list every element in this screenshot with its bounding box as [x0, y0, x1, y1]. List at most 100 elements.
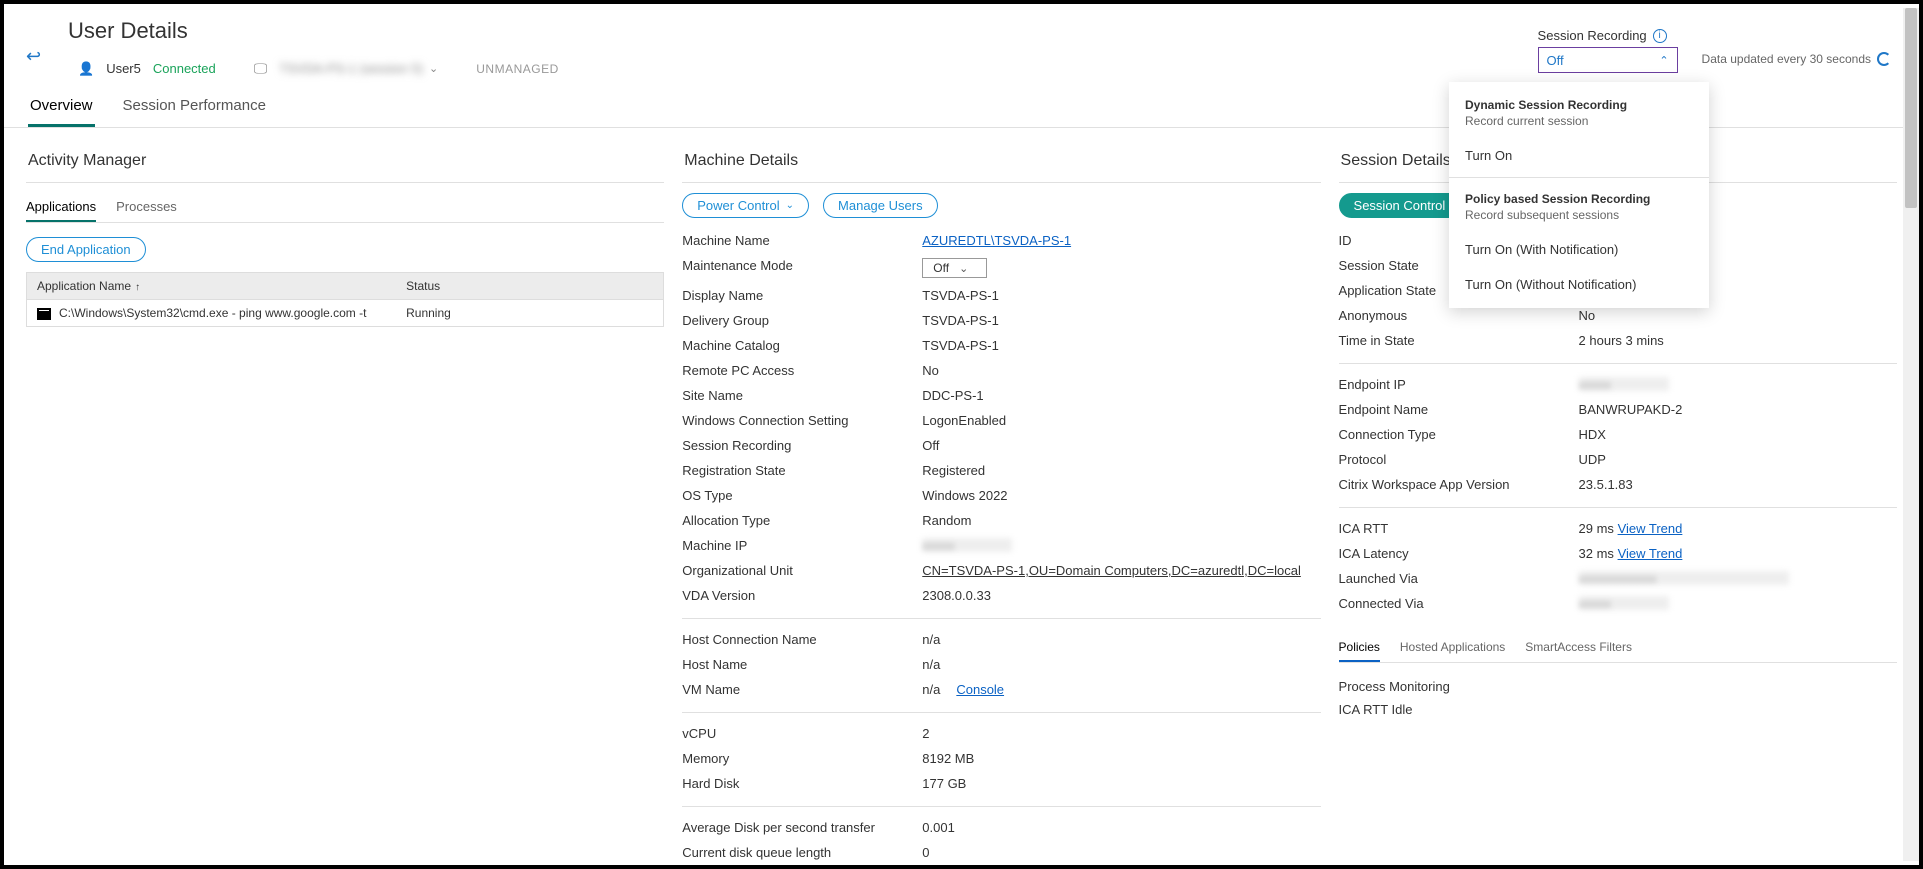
value-text: 29 ms	[1579, 521, 1614, 536]
user-name: User5	[106, 61, 141, 76]
value-text: 2	[922, 726, 929, 741]
menu-divider	[1449, 177, 1709, 178]
key-label: Session Recording	[682, 438, 922, 453]
key-label: VM Name	[682, 682, 922, 697]
session-recording-label: Session Recording	[1538, 28, 1647, 43]
unmanaged-badge: UNMANAGED	[476, 62, 559, 76]
menu-item-turn-on-notif[interactable]: Turn On (With Notification)	[1449, 232, 1709, 267]
key-label: Average Disk per second transfer	[682, 820, 922, 835]
key-label: Remote PC Access	[682, 363, 922, 378]
key-label: Current disk queue length	[682, 845, 922, 860]
key-label: Connection Type	[1339, 427, 1579, 442]
manage-users-button[interactable]: Manage Users	[823, 193, 938, 218]
redacted-value: xxxxxxxxxxxx	[1579, 571, 1789, 585]
kv-row: Windows Connection SettingLogonEnabled	[682, 408, 1320, 433]
kv-row: ProtocolUDP	[1339, 447, 1897, 472]
key-label: Protocol	[1339, 452, 1579, 467]
value-text: Random	[922, 513, 971, 528]
redacted-value: xxxxx	[1579, 596, 1669, 610]
key-label: Machine Catalog	[682, 338, 922, 353]
value-text: 2 hours 3 mins	[1579, 333, 1664, 348]
session-recording-dropdown[interactable]: Off ⌃	[1538, 47, 1678, 73]
kv-row: Machine IPxxxxx	[682, 533, 1320, 558]
value-text: BANWRUPAKD-2	[1579, 402, 1683, 417]
info-icon[interactable]: i	[1653, 29, 1667, 43]
value-text: HDX	[1579, 427, 1606, 442]
machine-title: Machine Details	[682, 146, 1320, 183]
col-status[interactable]: Status	[396, 273, 664, 300]
kv-row: Machine CatalogTSVDA-PS-1	[682, 333, 1320, 358]
kv-row: OS TypeWindows 2022	[682, 483, 1320, 508]
maintenance-mode-select[interactable]: Off	[922, 258, 987, 278]
value-text: 8192 MB	[922, 751, 974, 766]
inner-tab-smartaccess[interactable]: SmartAccess Filters	[1525, 634, 1632, 662]
key-label: Memory	[682, 751, 922, 766]
key-label: OS Type	[682, 488, 922, 503]
menu-section-dynamic-desc: Record current session	[1449, 114, 1709, 138]
value-text: n/a	[922, 657, 940, 672]
kv-row: Citrix Workspace App Version23.5.1.83	[1339, 472, 1897, 497]
key-label: Allocation Type	[682, 513, 922, 528]
tab-session-performance[interactable]: Session Performance	[121, 87, 268, 127]
subtab-processes[interactable]: Processes	[116, 193, 177, 222]
kv-row: VM Namen/aConsole	[682, 677, 1320, 702]
kv-row: Launched Viaxxxxxxxxxxxx	[1339, 566, 1897, 591]
kv-row: Machine NameAZUREDTL\TSVDA-PS-1	[682, 228, 1320, 253]
view-trend-link[interactable]: View Trend	[1618, 521, 1683, 536]
policy-line: Process Monitoring	[1339, 675, 1897, 698]
value-text: No	[1579, 308, 1596, 323]
end-application-button[interactable]: End Application	[26, 237, 146, 262]
power-control-button[interactable]: Power Control⌄	[682, 193, 809, 218]
key-label: Maintenance Mode	[682, 258, 922, 278]
app-name: C:\Windows\System32\cmd.exe - ping www.g…	[59, 306, 366, 320]
subtab-applications[interactable]: Applications	[26, 193, 96, 222]
kv-row: Average Disk per second transfer0.001	[682, 815, 1320, 840]
applications-table: Application Name↑ Status C:\Windows\Syst…	[26, 272, 664, 327]
app-status: Running	[396, 300, 664, 327]
inner-tab-hosted[interactable]: Hosted Applications	[1400, 634, 1505, 662]
col-app-name[interactable]: Application Name↑	[27, 273, 397, 300]
view-trend-link[interactable]: View Trend	[1618, 546, 1683, 561]
key-label: VDA Version	[682, 588, 922, 603]
data-updated-text: Data updated every 30 seconds	[1702, 52, 1871, 66]
kv-row: VDA Version2308.0.0.33	[682, 583, 1320, 608]
session-recording-menu: Dynamic Session Recording Record current…	[1449, 82, 1709, 308]
machine-name-link[interactable]: AZUREDTL\TSVDA-PS-1	[922, 233, 1071, 248]
menu-section-dynamic-title: Dynamic Session Recording	[1449, 88, 1709, 114]
key-label: Host Connection Name	[682, 632, 922, 647]
kv-row: Site NameDDC-PS-1	[682, 383, 1320, 408]
kv-row: Allocation TypeRandom	[682, 508, 1320, 533]
separator	[1339, 507, 1897, 508]
key-label: Organizational Unit	[682, 563, 922, 578]
kv-row: Endpoint NameBANWRUPAKD-2	[1339, 397, 1897, 422]
scrollbar[interactable]	[1903, 8, 1919, 861]
key-label: vCPU	[682, 726, 922, 741]
kv-row: Endpoint IPxxxxx	[1339, 372, 1897, 397]
refresh-icon[interactable]	[1877, 52, 1891, 66]
kv-row: Current disk queue length0	[682, 840, 1320, 865]
chevron-down-icon[interactable]: ⌄	[429, 62, 438, 75]
back-icon[interactable]: ↩	[26, 46, 41, 67]
value-text: TSVDA-PS-1	[922, 313, 999, 328]
separator	[1339, 363, 1897, 364]
console-link[interactable]: Console	[956, 682, 1004, 697]
kv-row: Connected Viaxxxxx	[1339, 591, 1897, 616]
chevron-down-icon: ⌄	[786, 200, 794, 211]
menu-section-policy-desc: Record subsequent sessions	[1449, 208, 1709, 232]
key-label: Launched Via	[1339, 571, 1579, 586]
kv-row: Remote PC AccessNo	[682, 358, 1320, 383]
menu-item-turn-on-no-notif[interactable]: Turn On (Without Notification)	[1449, 267, 1709, 302]
table-row[interactable]: C:\Windows\System32\cmd.exe - ping www.g…	[27, 300, 664, 327]
key-label: Registration State	[682, 463, 922, 478]
value-text: Windows 2022	[922, 488, 1007, 503]
menu-item-turn-on[interactable]: Turn On	[1449, 138, 1709, 173]
inner-tab-policies[interactable]: Policies	[1339, 634, 1380, 662]
kv-row: Hard Disk177 GB	[682, 771, 1320, 796]
tab-overview[interactable]: Overview	[28, 87, 95, 127]
page-header: ↩ User Details 👤 User5 Connected 🖵 TSVDA…	[4, 4, 1919, 77]
value-text: 0	[922, 845, 929, 860]
session-recording-value: Off	[1547, 53, 1564, 68]
key-label: Windows Connection Setting	[682, 413, 922, 428]
value-text: 0.001	[922, 820, 955, 835]
value-text: UDP	[1579, 452, 1606, 467]
